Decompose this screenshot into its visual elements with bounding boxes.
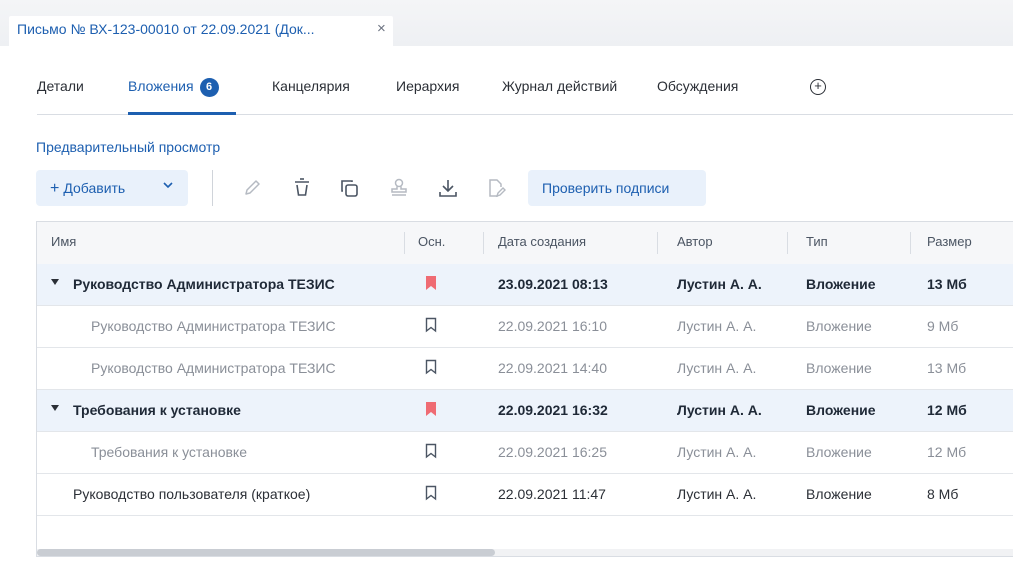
add-button-label: Добавить xyxy=(63,180,126,196)
cell-type: Вложение xyxy=(806,402,876,418)
attachments-count-badge: 6 xyxy=(199,78,219,97)
cell-type: Вложение xyxy=(806,444,872,460)
column-header-size[interactable]: Размер xyxy=(927,234,972,249)
column-divider[interactable] xyxy=(787,232,788,254)
cell-size: 12 Мб xyxy=(927,444,967,460)
section-tabs: Детали Вложения 6 Канцелярия Иерархия Жур… xyxy=(37,64,1013,116)
cell-date: 23.09.2021 08:13 xyxy=(498,276,608,292)
download-icon[interactable] xyxy=(436,176,460,200)
document-tab-title: Письмо № ВХ-123-00010 от 22.09.2021 (Док… xyxy=(17,21,315,37)
table-row[interactable]: Требования к установке 22.09.2021 16:32 … xyxy=(37,390,1013,432)
bookmark-outline-icon[interactable] xyxy=(425,317,437,333)
table-row[interactable]: Требования к установке 22.09.2021 16:25 … xyxy=(37,432,1013,474)
tab-details[interactable]: Детали xyxy=(37,78,84,94)
cell-author: Лустин А. А. xyxy=(677,276,762,292)
cell-size: 12 Мб xyxy=(927,402,967,418)
cell-name: Требования к установке xyxy=(73,402,241,418)
column-header-main[interactable]: Осн. xyxy=(418,234,445,249)
cell-type: Вложение xyxy=(806,360,872,376)
document-tab[interactable]: Письмо № ВХ-123-00010 от 22.09.2021 (Док… xyxy=(9,16,393,46)
preview-link[interactable]: Предварительный просмотр xyxy=(36,139,220,155)
cell-size: 13 Мб xyxy=(927,360,967,376)
attachments-table: Имя Осн. Дата создания Автор Тип Размер … xyxy=(36,221,1013,557)
sign-file-icon[interactable] xyxy=(484,176,508,200)
table-row[interactable]: Руководство Администратора ТЕЗИС 22.09.2… xyxy=(37,306,1013,348)
table-row[interactable]: Руководство Администратора ТЕЗИС 22.09.2… xyxy=(37,348,1013,390)
column-header-date[interactable]: Дата создания xyxy=(498,234,586,249)
tab-attachments[interactable]: Вложения 6 xyxy=(128,78,219,97)
expand-caret-icon[interactable] xyxy=(51,405,59,411)
table-row[interactable]: Руководство пользователя (краткое) 22.09… xyxy=(37,474,1013,516)
toolbar-separator xyxy=(212,170,213,206)
column-divider[interactable] xyxy=(404,232,405,254)
cell-date: 22.09.2021 16:32 xyxy=(498,402,608,418)
cell-size: 13 Мб xyxy=(927,276,967,292)
bookmark-filled-icon[interactable] xyxy=(425,401,437,417)
tab-attachments-label: Вложения xyxy=(128,78,194,94)
cell-type: Вложение xyxy=(806,276,876,292)
cell-date: 22.09.2021 11:47 xyxy=(498,486,606,502)
column-divider[interactable] xyxy=(910,232,911,254)
cell-type: Вложение xyxy=(806,318,872,334)
bookmark-filled-icon[interactable] xyxy=(425,275,437,291)
tab-office[interactable]: Канцелярия xyxy=(272,78,350,94)
scrollbar-thumb[interactable] xyxy=(37,549,495,556)
close-icon[interactable]: × xyxy=(377,20,386,37)
table-header: Имя Осн. Дата создания Автор Тип Размер xyxy=(37,222,1013,265)
active-tab-indicator xyxy=(128,112,236,115)
column-header-type[interactable]: Тип xyxy=(806,234,828,249)
cell-name: Руководство пользователя (краткое) xyxy=(73,486,311,502)
table-row[interactable]: Руководство Администратора ТЕЗИС 23.09.2… xyxy=(37,264,1013,306)
cell-date: 22.09.2021 16:25 xyxy=(498,444,607,460)
cell-author: Лустин А. А. xyxy=(677,486,757,502)
verify-signatures-button[interactable]: Проверить подписи xyxy=(528,170,706,206)
chevron-down-icon xyxy=(162,178,174,194)
bookmark-outline-icon[interactable] xyxy=(425,359,437,375)
tab-hierarchy[interactable]: Иерархия xyxy=(396,78,459,94)
bookmark-outline-icon[interactable] xyxy=(425,485,437,501)
cell-name: Руководство Администратора ТЕЗИС xyxy=(91,318,336,334)
cell-author: Лустин А. А. xyxy=(677,402,762,418)
copy-icon[interactable] xyxy=(337,176,361,200)
column-divider[interactable] xyxy=(657,232,658,254)
plus-icon: + xyxy=(50,180,60,197)
bookmark-outline-icon[interactable] xyxy=(425,443,437,459)
horizontal-scrollbar[interactable] xyxy=(37,549,1013,556)
tab-discussions[interactable]: Обсуждения xyxy=(657,78,738,94)
tab-action-log[interactable]: Журнал действий xyxy=(502,78,617,94)
cell-size: 8 Мб xyxy=(927,486,959,502)
document-tab-strip: Письмо № ВХ-123-00010 от 22.09.2021 (Док… xyxy=(0,0,1013,46)
cell-author: Лустин А. А. xyxy=(677,360,757,376)
delete-icon[interactable] xyxy=(290,176,314,200)
expand-caret-icon[interactable] xyxy=(51,279,59,285)
add-button[interactable]: + Добавить xyxy=(36,170,188,206)
cell-size: 9 Мб xyxy=(927,318,959,334)
cell-date: 22.09.2021 14:40 xyxy=(498,360,607,376)
cell-author: Лустин А. А. xyxy=(677,318,757,334)
cell-name: Руководство Администратора ТЕЗИС xyxy=(91,360,336,376)
column-header-name[interactable]: Имя xyxy=(51,234,76,249)
cell-date: 22.09.2021 16:10 xyxy=(498,318,607,334)
cell-name: Требования к установке xyxy=(91,444,247,460)
cell-author: Лустин А. А. xyxy=(677,444,757,460)
cell-type: Вложение xyxy=(806,486,872,502)
column-divider[interactable] xyxy=(483,232,484,254)
add-tab-icon[interactable]: + xyxy=(810,79,826,95)
cell-name: Руководство Администратора ТЕЗИС xyxy=(73,276,335,292)
stamp-icon[interactable] xyxy=(387,176,411,200)
pencil-icon[interactable] xyxy=(240,176,264,200)
column-header-author[interactable]: Автор xyxy=(677,234,713,249)
